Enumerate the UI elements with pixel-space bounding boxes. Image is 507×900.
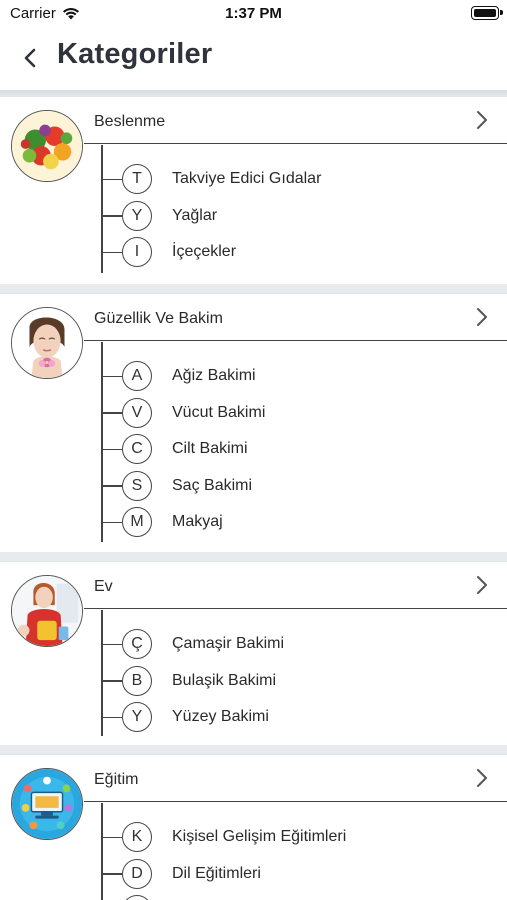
category-title: Ev <box>94 578 113 595</box>
letter-badge: K <box>122 822 152 852</box>
tree-branch <box>101 412 122 414</box>
letter-badge: Y <box>122 702 152 733</box>
section-separator <box>0 745 507 754</box>
category-list: Beslenme T Takviye Edici Gıdalar Y Yağla… <box>0 96 507 900</box>
subcategory-label: Yüzey Bakimi <box>172 708 269 726</box>
subcategory-item[interactable]: D Dil Eğitimleri <box>101 856 507 893</box>
subcategory-item[interactable]: K Kişisel Gelişim Eğitimleri <box>101 819 507 856</box>
letter-badge: V <box>122 397 152 428</box>
cleaning-woman-image <box>11 575 83 647</box>
letter-badge: Ç <box>122 629 152 659</box>
tree-branch <box>101 448 122 451</box>
letter-badge: C <box>122 434 152 465</box>
subcategory-item[interactable]: S Saç Bakimi <box>101 468 507 505</box>
subcategory-item[interactable]: Y Yüzey Bakimi <box>101 699 507 736</box>
letter-badge: D <box>122 858 152 889</box>
subcategory-label: Saç Bakimi <box>172 476 253 494</box>
subcategory-item[interactable]: T Takviye Edici Gıdalar <box>101 161 507 198</box>
vegetables-image <box>11 110 83 182</box>
subcategory-item[interactable]: I İçeçekler <box>101 234 507 271</box>
subcategory-item[interactable]: M Makyaj <box>101 504 507 541</box>
category-title: Güzellik Ve Bakim <box>94 310 223 327</box>
subcategory-item[interactable]: Y Yağlar <box>101 198 507 235</box>
section-separator <box>0 552 507 561</box>
subcategory-list: Ç Çamaşir Bakimi B Bulaşik Bakimi Y Yüze… <box>101 626 507 736</box>
subcategory-item[interactable]: A Ağiz Bakimi <box>101 358 507 395</box>
letter-badge: Y <box>122 200 152 231</box>
category-header-guzellik[interactable]: Güzellik Ve Bakim <box>84 294 507 341</box>
subcategory-label: Takviye Edici Gıdalar <box>172 170 322 187</box>
letter-badge: M <box>122 507 152 538</box>
subcategory-label: Çamaşir Bakimi <box>172 635 285 652</box>
subcategory-label: Yağlar <box>172 206 218 224</box>
category-title: Eğitim <box>94 771 139 788</box>
education-computer-image <box>11 768 83 840</box>
tree-branch <box>101 716 122 719</box>
category-header-egitim[interactable]: Eğitim <box>84 755 507 802</box>
subcategory-label: Bulaşik Bakimi <box>172 671 277 689</box>
category-card-beslenme: Beslenme T Takviye Edici Gıdalar Y Yağla… <box>0 96 507 284</box>
tree-branch <box>101 836 122 838</box>
subcategory-label: Dil Eğitimleri <box>172 864 261 882</box>
subcategory-list: K Kişisel Gelişim Eğitimleri D Dil Eğiti… <box>101 819 507 900</box>
subcategory-item[interactable]: V Vücut Bakimi <box>101 395 507 432</box>
chevron-left-icon <box>24 48 36 68</box>
back-button[interactable] <box>18 42 44 74</box>
status-bar: Carrier 1:37 PM <box>0 0 507 28</box>
category-title: Beslenme <box>94 113 166 130</box>
subcategory-item[interactable]: C Cilt Bakimi <box>101 431 507 468</box>
category-header-ev[interactable]: Ev <box>84 562 507 609</box>
letter-badge: I <box>122 237 152 268</box>
subcategory-label: Cilt Bakimi <box>172 440 248 458</box>
category-card-ev: Ev Ç Çamaşir Bakimi B Bulaşik Bakimi Y Y… <box>0 561 507 745</box>
tree-branch <box>101 375 122 377</box>
category-card-guzellik: Güzellik Ve Bakim A Ağiz Bakimi V Vücut … <box>0 293 507 552</box>
tree-branch <box>101 251 122 254</box>
tree-branch <box>101 873 122 875</box>
chevron-right-icon <box>477 576 487 594</box>
letter-badge: B <box>122 665 152 696</box>
letter-badge: S <box>122 470 152 501</box>
tree-branch <box>101 643 122 645</box>
tree-branch <box>101 178 122 180</box>
beauty-face-image <box>11 307 83 379</box>
letter-badge: T <box>122 164 152 194</box>
category-card-egitim: Eğitim K Kişisel Gelişim Eğitimleri D Di… <box>0 754 507 900</box>
subcategory-item[interactable] <box>101 892 507 900</box>
category-header-beslenme[interactable]: Beslenme <box>84 97 507 144</box>
tree-branch <box>101 215 122 217</box>
letter-badge: A <box>122 361 152 391</box>
chevron-right-icon <box>477 308 487 326</box>
subcategory-list: A Ağiz Bakimi V Vücut Bakimi C Cilt Baki… <box>101 358 507 541</box>
chevron-right-icon <box>477 769 487 787</box>
subcategory-item[interactable]: Ç Çamaşir Bakimi <box>101 626 507 663</box>
tree-branch <box>101 521 122 524</box>
subcategory-label: Ağiz Bakimi <box>172 367 256 384</box>
page-title: Kategoriler <box>57 38 213 70</box>
subcategory-label: Vücut Bakimi <box>172 403 266 421</box>
battery-icon <box>471 6 503 20</box>
chevron-right-icon <box>477 111 487 129</box>
navigation-bar: Kategoriler <box>0 28 507 90</box>
subcategory-list: T Takviye Edici Gıdalar Y Yağlar I İçeçe… <box>101 161 507 271</box>
subcategory-label: Makyaj <box>172 513 223 531</box>
tree-branch <box>101 680 122 682</box>
tree-branch <box>101 485 122 487</box>
subcategory-label: İçeçekler <box>172 243 237 261</box>
subcategory-label: Kişisel Gelişim Eğitimleri <box>172 828 347 845</box>
subcategory-item[interactable]: B Bulaşik Bakimi <box>101 663 507 700</box>
section-separator <box>0 284 507 293</box>
letter-badge <box>122 895 152 900</box>
clock: 1:37 PM <box>225 5 282 22</box>
